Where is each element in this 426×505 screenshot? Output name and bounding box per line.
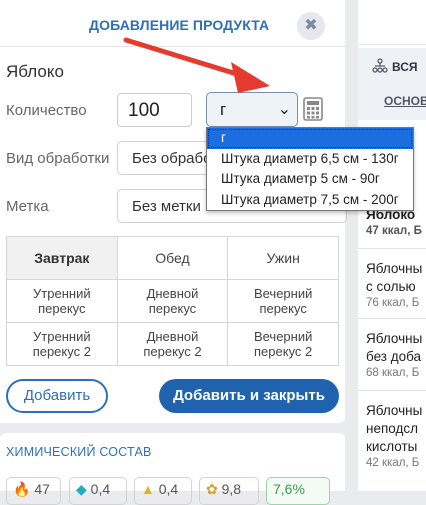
meal-day-snack-2-label: Дневной перекус 2 xyxy=(143,329,202,359)
meal-day-snack-2[interactable]: Дневной перекус 2 xyxy=(116,322,229,366)
basic-tab[interactable]: ОСНОВ xyxy=(384,94,426,108)
category-bar xyxy=(358,48,426,120)
meal-morning-snack-2[interactable]: Утренний перекус 2 xyxy=(6,322,118,366)
unit-option[interactable]: Штука диаметр 5 см - 90г xyxy=(207,169,413,190)
percent-badge: 7,6% xyxy=(266,477,330,505)
product-list-item-info: 68 ккал, Б xyxy=(366,367,420,379)
unit-option[interactable]: Штука диаметр 7,5 см - 200г xyxy=(207,190,413,211)
protein-badge: ◆ 0,4 xyxy=(69,477,127,505)
list-divider xyxy=(358,390,426,391)
add-button[interactable]: Добавить xyxy=(6,379,108,413)
product-list-item-name: Яблочны xyxy=(366,403,423,418)
chemical-composition-panel: ХИМИЧЕСКИЙ СОСТАВ 🔥 47 ◆ 0,4 ▲ 0,4 ✿ 9,8… xyxy=(0,433,345,505)
close-icon[interactable]: ✖ xyxy=(297,12,325,40)
unit-option[interactable]: Штука диаметр 6,5 см - 130г xyxy=(207,149,413,170)
product-list-item-info: 47 ккал, Б xyxy=(366,225,422,237)
add-product-modal: ДОБАВЛЕНИЕ ПРОДУКТА ✖ Яблоко Количество … xyxy=(0,0,347,423)
product-name: Яблоко xyxy=(6,62,64,81)
chevron-down-icon: ⌄ xyxy=(277,101,291,118)
meal-day-snack-label: Дневной перекус xyxy=(146,286,199,316)
meal-evening-snack[interactable]: Вечерний перекус xyxy=(227,279,339,323)
meal-evening-snack-label: Вечерний перекус xyxy=(253,286,313,316)
fire-icon: 🔥 xyxy=(13,481,31,497)
protein-icon: ◆ xyxy=(76,481,87,497)
unit-dropdown-list: г Штука диаметр 6,5 см - 130г Штука диам… xyxy=(206,127,414,211)
product-list-item-name: Яблочны xyxy=(366,331,423,346)
meal-grid: Завтрак Обед Ужин Утренний перекус Дневн… xyxy=(6,236,339,366)
processing-label: Вид обработки xyxy=(6,150,110,167)
calculator-icon[interactable] xyxy=(303,97,323,121)
unit-option[interactable]: г xyxy=(207,128,413,149)
product-list-item-info: 42 ккал, Б xyxy=(366,457,420,469)
wheat-icon: ✿ xyxy=(206,481,218,497)
add-and-close-button[interactable]: Добавить и закрыть xyxy=(159,379,339,413)
meal-morning-snack-label: Утренний перекус xyxy=(33,286,91,316)
chemical-composition-title: ХИМИЧЕСКИЙ СОСТАВ xyxy=(6,445,152,459)
calories-badge: 🔥 47 xyxy=(6,477,61,505)
calories-value: 47 xyxy=(34,481,50,497)
product-list-item[interactable]: Яблочны без доба 68 ккал, Б xyxy=(366,330,426,381)
unit-select-value: г xyxy=(220,100,227,119)
quantity-label: Количество xyxy=(6,102,87,119)
meal-day-snack[interactable]: Дневной перекус xyxy=(116,279,229,323)
carbs-badge: ✿ 9,8 xyxy=(199,477,259,505)
list-divider xyxy=(358,318,426,319)
meal-evening-snack-2[interactable]: Вечерний перекус 2 xyxy=(227,322,339,366)
meal-morning-snack[interactable]: Утренний перекус xyxy=(6,279,118,323)
categories-icon[interactable] xyxy=(372,58,388,74)
product-list-item-name-line2: без доба xyxy=(366,349,422,364)
meal-breakfast[interactable]: Завтрак xyxy=(6,236,118,280)
product-list-item-name: Яблочны xyxy=(366,261,423,276)
product-list-item-name-line3: кислоты xyxy=(366,439,418,454)
protein-value: 0,4 xyxy=(90,481,111,497)
carbs-value: 9,8 xyxy=(221,481,242,497)
modal-header: ДОБАВЛЕНИЕ ПРОДУКТА ✖ xyxy=(0,0,345,47)
modal-title: ДОБАВЛЕНИЕ ПРОДУКТА xyxy=(89,17,270,33)
meal-evening-snack-2-label: Вечерний перекус 2 xyxy=(253,329,313,359)
tag-label: Метка xyxy=(6,198,49,215)
fat-drop-icon: ▲ xyxy=(141,481,155,497)
product-list-item[interactable]: Яблочны с солью 76 ккал, Б xyxy=(366,260,426,311)
product-list-item-info: 76 ккал, Б xyxy=(366,297,420,309)
product-list-item[interactable]: Яблочны неподсл кислоты 42 ккал, Б xyxy=(366,402,426,471)
list-divider xyxy=(358,248,426,249)
fat-badge: ▲ 0,4 xyxy=(134,477,192,505)
meal-lunch[interactable]: Обед xyxy=(116,236,229,280)
quantity-input[interactable]: 100 xyxy=(117,93,192,127)
product-list-item-name-line2: неподсл xyxy=(366,421,418,436)
meal-morning-snack-2-label: Утренний перекус 2 xyxy=(32,329,91,359)
meal-dinner[interactable]: Ужин xyxy=(227,236,339,280)
right-panel-header xyxy=(358,0,426,45)
all-categories-label[interactable]: ВСЯ xyxy=(392,60,418,74)
unit-select[interactable]: г ⌄ xyxy=(206,92,298,127)
fat-value: 0,4 xyxy=(158,481,179,497)
product-list-item-name-line2: с солью xyxy=(366,279,416,294)
product-list-panel: ВСЯ ОСНОВ Яблоко 47 ккал, Б Яблочны с со… xyxy=(358,0,426,491)
